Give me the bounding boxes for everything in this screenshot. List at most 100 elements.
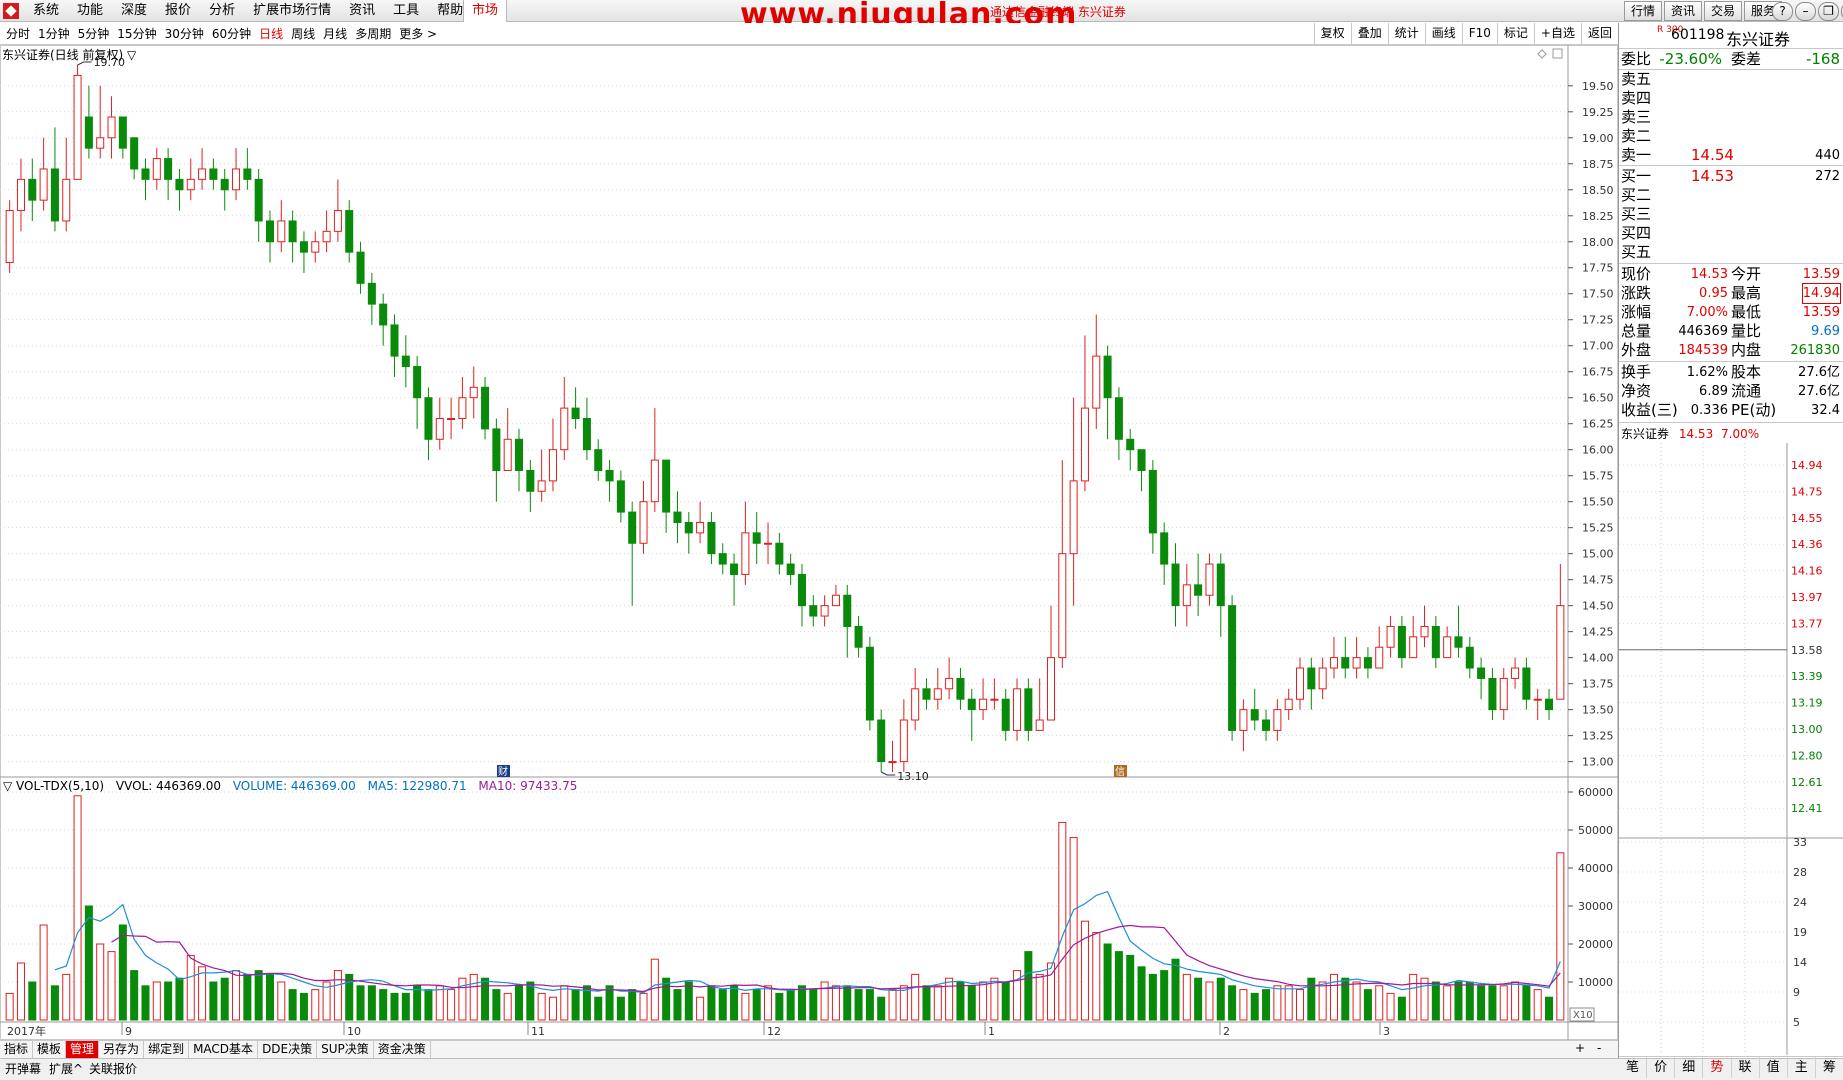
tool-button-5[interactable]: 标记 xyxy=(1496,23,1534,44)
period-tab-5[interactable]: 60分钟 xyxy=(208,23,255,45)
indicator-tab-7[interactable]: SUP决策 xyxy=(317,1041,374,1058)
candle-body xyxy=(1477,667,1486,679)
period-tab-9[interactable]: 多周期 xyxy=(351,23,395,45)
tool-button-4[interactable]: F10 xyxy=(1461,23,1497,44)
menu-item-7[interactable]: 工具 xyxy=(384,0,428,22)
price-tick-label: 15.25 xyxy=(1582,522,1614,535)
panel-tab-0[interactable]: 笔 xyxy=(1619,1057,1648,1078)
tool-button-6[interactable]: +自选 xyxy=(1533,23,1581,44)
stock-name: 东兴证券 xyxy=(1726,30,1791,49)
stat-value: 446369 xyxy=(1678,324,1728,339)
vol-indicator-name[interactable]: ▽ VOL-TDX(5,10) xyxy=(3,779,104,793)
x-tick-label: 2 xyxy=(1223,1025,1230,1038)
menu-item-0[interactable]: 系统 xyxy=(24,0,68,22)
tool-button-2[interactable]: 统计 xyxy=(1387,23,1425,44)
volume-bar xyxy=(333,970,342,1021)
candle-body xyxy=(1160,532,1169,565)
volume-tick-label: 20000 xyxy=(1578,938,1613,951)
candles xyxy=(5,65,1565,772)
top-button-2[interactable]: 交易 xyxy=(1704,1,1743,21)
market-tab[interactable]: 市场 xyxy=(463,0,508,22)
period-tab-1[interactable]: 1分钟 xyxy=(34,23,74,45)
indicator-tab-0[interactable]: 指标 xyxy=(0,1041,34,1058)
indicator-tab-4[interactable]: 绑定到 xyxy=(144,1041,190,1058)
chart-title[interactable]: 东兴证券(日线 前复权) ▽ xyxy=(2,46,136,63)
top-button-0[interactable]: 行情 xyxy=(1624,1,1663,21)
menu-item-1[interactable]: 功能 xyxy=(68,0,112,22)
menu-item-4[interactable]: 分析 xyxy=(200,0,244,22)
menu-item-5[interactable]: 扩展市场行情 xyxy=(244,0,340,22)
bid-price[interactable]: 14.53 xyxy=(1691,167,1734,186)
window-subtitle: 通达信金融终端 东兴证券 xyxy=(990,5,1126,19)
tool-button-7[interactable]: 返回 xyxy=(1580,23,1618,44)
indicator-tab-8[interactable]: 资金决策 xyxy=(374,1041,431,1058)
status-item-2[interactable]: 关联报价 xyxy=(86,1059,140,1079)
zoom-in-button[interactable]: + xyxy=(1575,1040,1585,1057)
volume-bar xyxy=(616,996,625,1021)
panel-tab-3[interactable]: 势 xyxy=(1703,1057,1732,1078)
volume-bar xyxy=(775,992,784,1021)
period-tab-8[interactable]: 月线 xyxy=(319,23,351,45)
period-tab-10[interactable]: 更多 > xyxy=(395,23,441,45)
intraday-chart[interactable]: 14.94 14.75 14.55 14.36 14.16 13.97 13.77 13.58… xyxy=(1619,443,1843,1055)
candle-body xyxy=(730,563,739,575)
panel-tab-4[interactable]: 联 xyxy=(1732,1057,1760,1078)
bid-row: 买三 xyxy=(1619,205,1843,224)
indicator-tab-3[interactable]: 另存为 xyxy=(99,1041,145,1058)
candle-body xyxy=(1533,698,1542,701)
period-tab-7[interactable]: 周线 xyxy=(287,23,319,45)
panel-toggle-icon[interactable] xyxy=(1552,48,1563,59)
help-icon[interactable]: ? xyxy=(1772,2,1793,21)
price-tick-label: 16.75 xyxy=(1582,366,1614,379)
indicator-tab-6[interactable]: DDE决策 xyxy=(258,1041,318,1058)
panel-tab-6[interactable]: 主 xyxy=(1788,1057,1816,1078)
panel-tab-2[interactable]: 细 xyxy=(1675,1057,1704,1078)
diamond-icon[interactable] xyxy=(1537,49,1547,59)
volume-tick-label: 30000 xyxy=(1578,900,1613,913)
status-item-0[interactable]: 开弹幕 xyxy=(2,1059,44,1079)
candle-body xyxy=(481,386,490,430)
mini-price-tick-label: 13.58 xyxy=(1791,644,1823,657)
volume-bar xyxy=(254,970,263,1021)
event-marker-finance[interactable]: 财 xyxy=(497,765,510,778)
indicator-tab-1[interactable]: 模板 xyxy=(33,1041,67,1058)
period-tab-6[interactable]: 日线 xyxy=(255,23,287,45)
volume-bar xyxy=(232,970,241,1021)
indicator-tab-5[interactable]: MACD基本 xyxy=(189,1041,259,1058)
kline-chart[interactable]: 19.50 19.25 19.00 18.75 18.50 18.25 18.00 17.75… xyxy=(0,45,1618,1040)
tool-button-0[interactable]: 复权 xyxy=(1313,23,1351,44)
stat-value: 14.53 xyxy=(1690,267,1728,282)
price-tick-label: 19.50 xyxy=(1582,80,1614,93)
event-marker-info[interactable]: 信 xyxy=(1114,765,1127,778)
volume-bar xyxy=(50,985,59,1021)
ask-price[interactable]: 14.54 xyxy=(1691,146,1734,165)
candle-body xyxy=(1092,355,1101,409)
top-right-buttons: 行情 资讯 交易 服务 xyxy=(1624,1,1783,21)
panel-tab-5[interactable]: 值 xyxy=(1760,1057,1788,1078)
mini-pct: 7.00% xyxy=(1721,427,1760,441)
volume-bar xyxy=(560,985,569,1021)
menu-item-3[interactable]: 报价 xyxy=(156,0,200,22)
menu-item-6[interactable]: 资讯 xyxy=(340,0,384,22)
status-item-1[interactable]: 扩展^ xyxy=(46,1059,86,1079)
period-tab-3[interactable]: 15分钟 xyxy=(113,23,160,45)
top-button-1[interactable]: 资讯 xyxy=(1664,1,1703,21)
period-tab-0[interactable]: 分时 xyxy=(2,23,34,45)
restore-icon[interactable]: ❐ xyxy=(1818,2,1839,21)
volume-bar xyxy=(141,985,150,1021)
volume-bar xyxy=(730,985,739,1021)
tool-button-1[interactable]: 叠加 xyxy=(1350,23,1388,44)
tool-button-3[interactable]: 画线 xyxy=(1424,23,1462,44)
x-tick-label: 1 xyxy=(988,1025,995,1038)
minimize-icon[interactable]: – xyxy=(1795,2,1816,21)
period-tab-4[interactable]: 30分钟 xyxy=(161,23,208,45)
panel-tab-1[interactable]: 价 xyxy=(1647,1057,1676,1078)
period-tab-2[interactable]: 5分钟 xyxy=(74,23,114,45)
indicator-tab-2[interactable]: 管理 xyxy=(66,1041,100,1058)
stat-row: 换手 1.62% 股本 27.6亿 xyxy=(1619,363,1843,382)
zoom-out-button[interactable]: - xyxy=(1597,1040,1601,1057)
price-tick-label: 13.75 xyxy=(1582,678,1614,691)
menu-item-2[interactable]: 深度 xyxy=(112,0,156,22)
volume-bar xyxy=(413,985,422,1021)
panel-tab-7[interactable]: 筹 xyxy=(1816,1057,1843,1078)
